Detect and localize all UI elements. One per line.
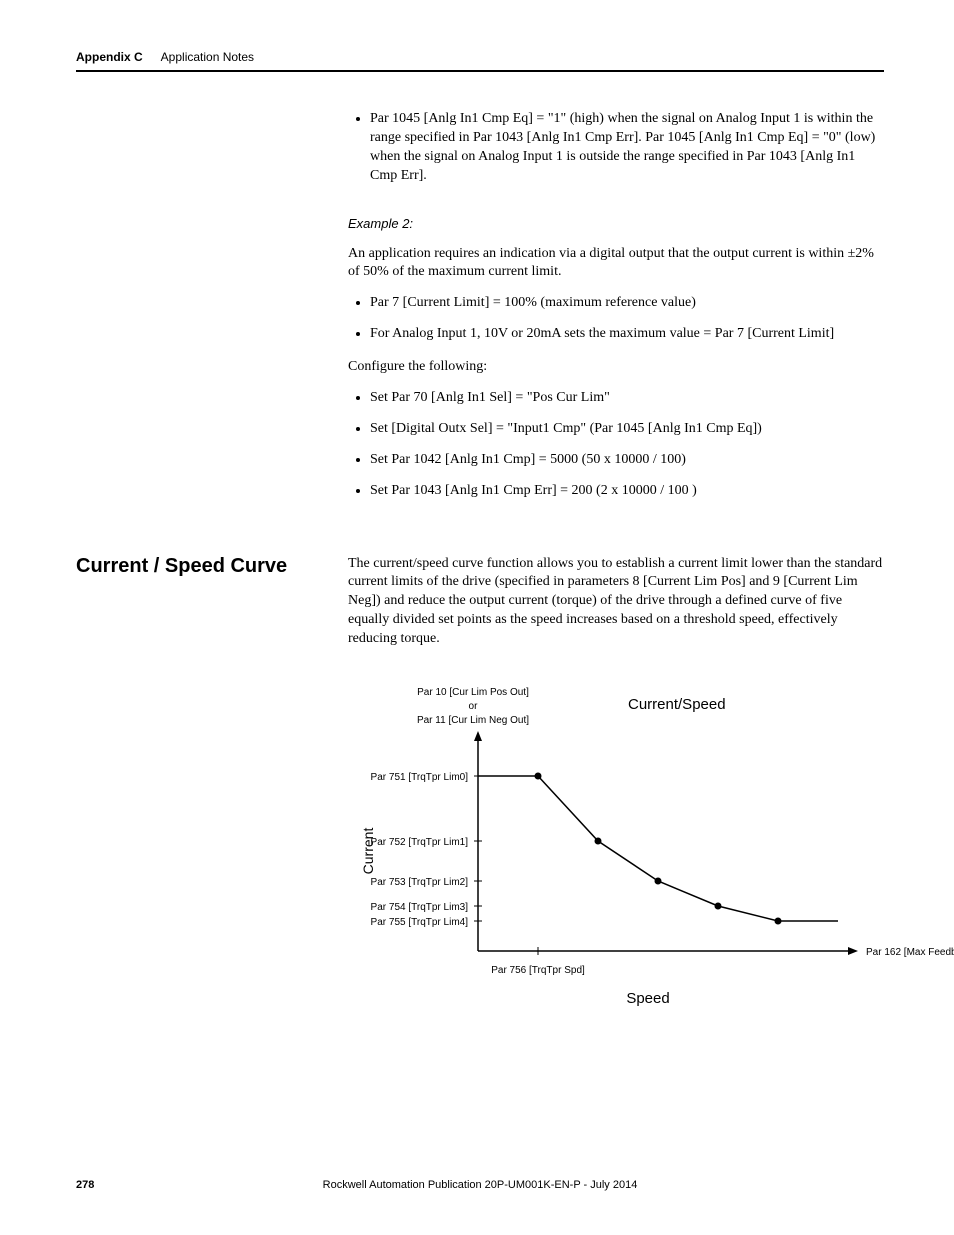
ytick-lim4: Par 755 [TrqTpr Lim4] [371, 917, 469, 928]
bullet-list-top: Par 1045 [Anlg In1 Cmp Eq] = "1" (high) … [370, 110, 884, 186]
page-footer: 278 Rockwell Automation Publication 20P-… [76, 1179, 884, 1191]
section-paragraph: The current/speed curve function allows … [348, 555, 884, 649]
bullet-item: Par 1045 [Anlg In1 Cmp Eq] = "1" (high) … [370, 110, 884, 186]
data-point [595, 838, 602, 845]
ytick-lim1: Par 752 [TrqTpr Lim1] [371, 837, 469, 848]
configure-bullets: Set Par 70 [Anlg In1 Sel] = "Pos Cur Lim… [370, 389, 884, 501]
appendix-label: Appendix C [76, 50, 143, 64]
x-max-label: Par 162 [Max Feedback Spd] [866, 947, 954, 958]
ytick-lim0: Par 751 [TrqTpr Lim0] [371, 772, 469, 783]
example-bullets: Par 7 [Current Limit] = 100% (maximum re… [370, 294, 884, 344]
section-heading: Current / Speed Curve [76, 555, 348, 661]
publication-id: Rockwell Automation Publication 20P-UM00… [76, 1179, 884, 1191]
x-axis-label: Speed [626, 990, 669, 1007]
ytick-lim3: Par 754 [TrqTpr Lim3] [371, 902, 469, 913]
y-upper-or: or [469, 701, 479, 712]
y-upper-label-1: Par 10 [Cur Lim Pos Out] [417, 687, 529, 698]
arrow-up-icon [474, 731, 482, 741]
data-point [535, 773, 542, 780]
data-point [715, 903, 722, 910]
chart-title: Current/Speed [628, 696, 726, 713]
y-ticks: Par 751 [TrqTpr Lim0] Par 752 [TrqTpr Li… [371, 772, 482, 928]
section-label: Application Notes [161, 50, 254, 64]
page-header: Appendix C Application Notes [76, 50, 884, 72]
xtick-trqspd: Par 756 [TrqTpr Spd] [491, 965, 585, 976]
bullet-item: Set [Digital Outx Sel] = "Input1 Cmp" (P… [370, 420, 884, 439]
arrow-right-icon [848, 947, 858, 955]
main-content: Par 1045 [Anlg In1 Cmp Eq] = "1" (high) … [348, 110, 884, 501]
y-axis-label: Current [360, 828, 376, 875]
bullet-item: Par 7 [Current Limit] = 100% (maximum re… [370, 294, 884, 313]
bullet-item: Set Par 1042 [Anlg In1 Cmp] = 5000 (50 x… [370, 451, 884, 470]
chart-svg: Current/Speed Par 10 [Cur Lim Pos Out] o… [348, 681, 954, 1011]
bullet-item: For Analog Input 1, 10V or 20mA sets the… [370, 325, 884, 344]
bullet-item: Set Par 1043 [Anlg In1 Cmp Err] = 200 (2… [370, 482, 884, 501]
section-current-speed: Current / Speed Curve The current/speed … [76, 555, 884, 661]
ytick-lim2: Par 753 [TrqTpr Lim2] [371, 877, 469, 888]
chart-current-speed: Current/Speed Par 10 [Cur Lim Pos Out] o… [348, 681, 884, 1016]
data-point [775, 918, 782, 925]
configure-label: Configure the following: [348, 358, 884, 377]
example-intro: An application requires an indication vi… [348, 245, 884, 283]
bullet-item: Set Par 70 [Anlg In1 Sel] = "Pos Cur Lim… [370, 389, 884, 408]
curve [478, 773, 838, 925]
y-upper-label-2: Par 11 [Cur Lim Neg Out] [417, 715, 529, 726]
example-heading: Example 2: [348, 216, 884, 231]
data-point [655, 878, 662, 885]
